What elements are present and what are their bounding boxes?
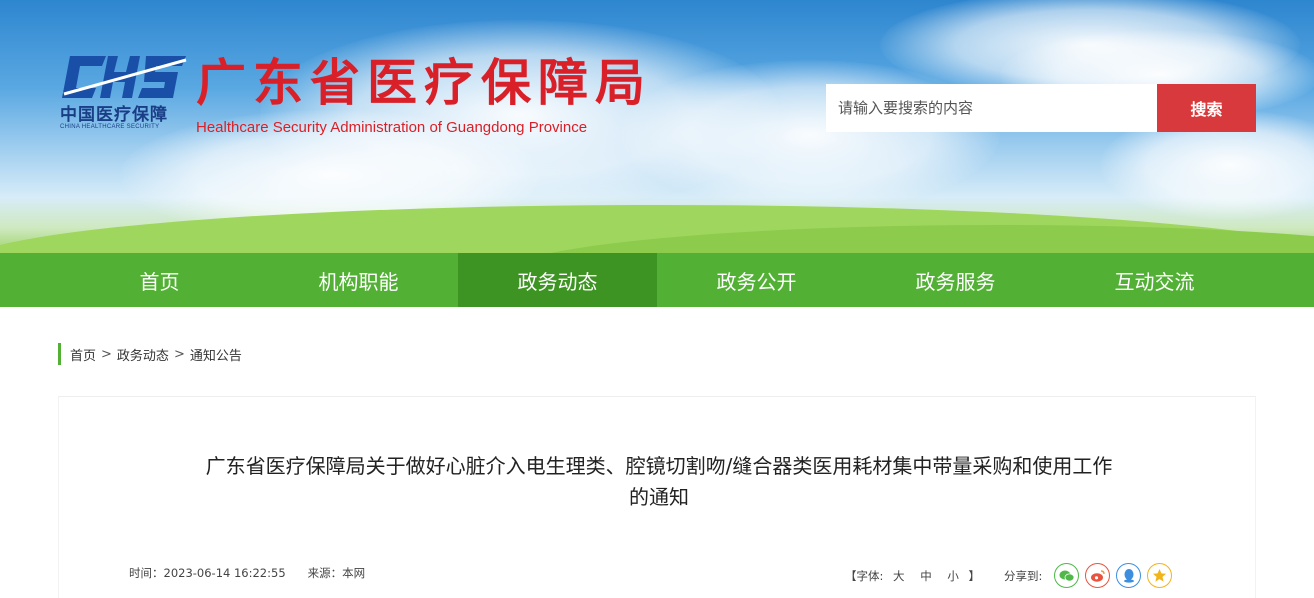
search-box: [826, 84, 1157, 132]
breadcrumb: 首页 > 政务动态 > 通知公告: [58, 343, 242, 365]
font-size-switcher: 【字体: 大 中 小 】: [845, 568, 980, 584]
article-title-line: 的通知: [629, 485, 689, 509]
breadcrumb-news[interactable]: 政务动态: [117, 345, 169, 364]
qq-icon[interactable]: [1116, 563, 1142, 588]
site-subtitle: Healthcare Security Administration of Gu…: [196, 119, 588, 136]
nav-item-services[interactable]: 政务服务: [856, 253, 1055, 307]
breadcrumb-separator: >: [173, 346, 185, 362]
font-small-button[interactable]: 小: [947, 569, 959, 583]
article-source: 来源：本网: [307, 566, 366, 580]
wechat-icon[interactable]: [1054, 563, 1080, 588]
article-tools: 【字体: 大 中 小 】 分享到:: [845, 563, 1173, 588]
publish-time: 时间：2023-06-14 16:22:55: [129, 566, 286, 580]
search-input[interactable]: [826, 84, 1157, 132]
search-button[interactable]: 搜索: [1157, 84, 1256, 132]
article-panel: 广东省医疗保障局关于做好心脏介入电生理类、腔镜切割吻/缝合器类医用耗材集中带量采…: [58, 396, 1256, 598]
site-title: 广东省医疗保障局: [196, 53, 652, 112]
font-size-bracket: 】: [968, 568, 981, 583]
nav-item-interaction[interactable]: 互动交流: [1055, 253, 1254, 307]
font-size-label: 【字体:: [845, 568, 884, 583]
qzone-icon[interactable]: [1147, 563, 1173, 588]
nav-item-home[interactable]: 首页: [60, 253, 259, 307]
article-title-line: 广东省医疗保障局关于做好心脏介入电生理类、腔镜切割吻/缝合器类医用耗材集中带量采…: [205, 454, 1113, 478]
article-title: 广东省医疗保障局关于做好心脏介入电生理类、腔镜切割吻/缝合器类医用耗材集中带量采…: [99, 451, 1219, 513]
breadcrumb-home[interactable]: 首页: [70, 345, 96, 364]
nav-item-disclosure[interactable]: 政务公开: [657, 253, 856, 307]
chs-logo-icon: [62, 56, 187, 98]
weibo-icon[interactable]: [1085, 563, 1111, 588]
logo-cn-text: 中国医疗保障: [60, 105, 168, 125]
nav-item-news[interactable]: 政务动态: [458, 253, 657, 307]
article-meta: 时间：2023-06-14 16:22:55 来源：本网: [129, 565, 365, 581]
breadcrumb-notices[interactable]: 通知公告: [190, 345, 242, 364]
breadcrumb-separator: >: [101, 346, 112, 362]
main-nav: 首页 机构职能 政务动态 政务公开 政务服务 互动交流: [0, 253, 1314, 307]
font-large-button[interactable]: 大: [893, 569, 905, 583]
nav-item-functions[interactable]: 机构职能: [259, 253, 458, 307]
logo-en-text: CHINA HEALTHCARE SECURITY: [60, 124, 160, 130]
font-medium-button[interactable]: 中: [920, 569, 932, 583]
share-label: 分享到:: [1004, 568, 1043, 583]
